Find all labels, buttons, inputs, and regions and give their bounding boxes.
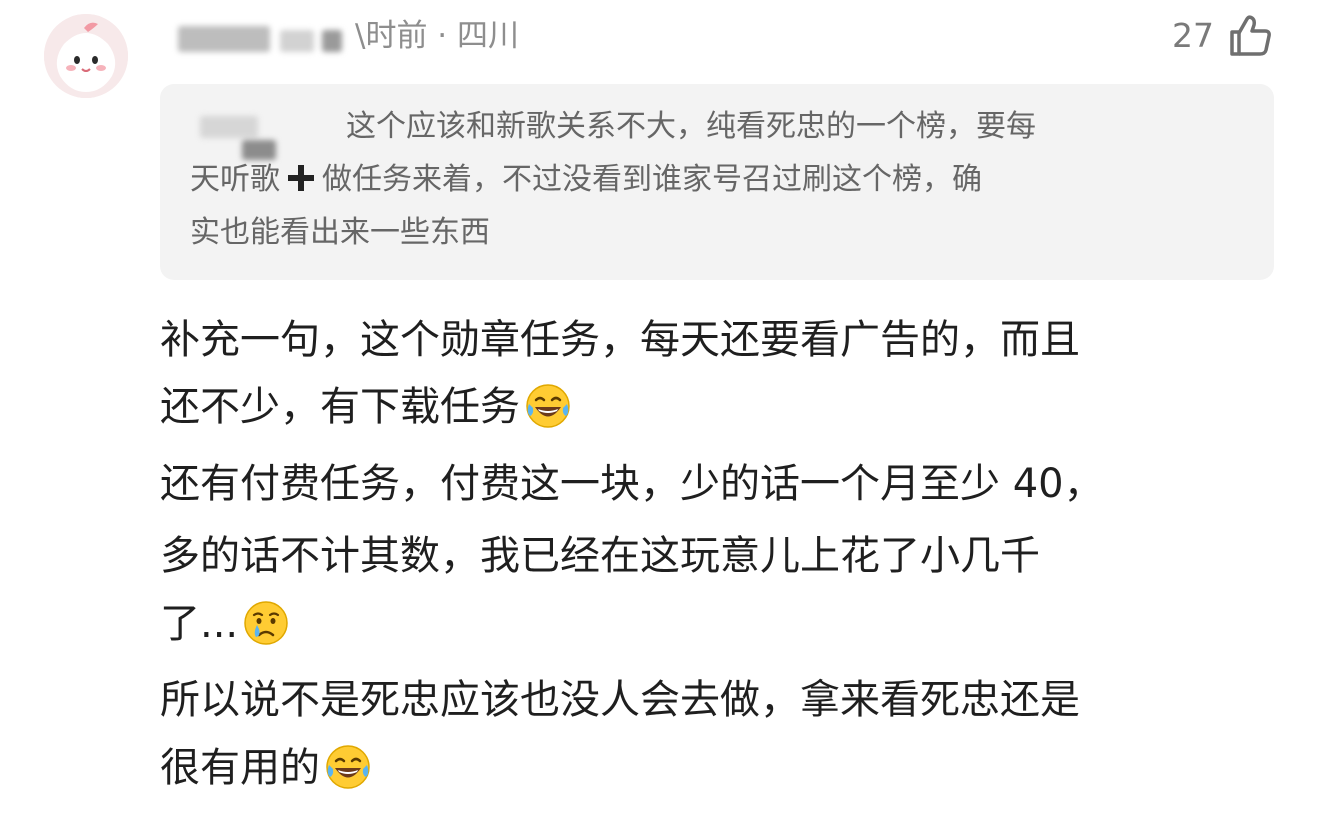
comment-text-line-2: 还不少，有下载任务 — [160, 378, 572, 436]
crying-face-emoji — [244, 601, 288, 645]
username-blurred[interactable] — [178, 26, 270, 52]
avatar-image — [44, 14, 128, 98]
quoted-text-line-1: 这个应该和新歌关系不大，纯看死忠的一个榜，要每 — [346, 109, 1036, 144]
comment-text-line-5-text: 了... — [160, 601, 239, 647]
comment-text-line-6: 所以说不是死忠应该也没人会去做，拿来看死忠还是 — [160, 677, 1080, 723]
comment-text-line-3: 还有付费任务，付费这一块，少的话一个月至少 40， — [160, 461, 1104, 507]
like-count: 27 — [1172, 16, 1214, 55]
thumbs-up-icon — [1230, 15, 1271, 56]
avatar[interactable] — [44, 14, 128, 98]
tears-of-joy-emoji-2 — [326, 745, 370, 789]
quoted-text-prefix: 天听歌 — [190, 162, 280, 197]
comment-text-line-2-text: 还不少，有下载任务 — [160, 384, 520, 430]
comment-text-line-7: 很有用的 — [160, 739, 372, 797]
tears-of-joy-emoji — [526, 384, 570, 428]
comment-text-line-5: 了... — [160, 595, 290, 653]
comment-text-line-7-text: 很有用的 — [160, 745, 320, 791]
quoted-username-blurred — [200, 116, 258, 138]
quoted-username-blurred-2 — [242, 140, 276, 160]
comment-meta: \时前 · 四川 — [355, 18, 520, 54]
username-blurred-3 — [322, 30, 342, 52]
quoted-text-suffix: 做任务来着，不过没看到谁家号召过刷这个榜，确 — [322, 162, 982, 197]
quoted-text-line-3: 实也能看出来一些东西 — [190, 215, 490, 250]
quoted-text-line-2: 天听歌 做任务来着，不过没看到谁家号召过刷这个榜，确 — [190, 160, 1250, 200]
username-blurred-2 — [280, 30, 314, 52]
plus-icon — [286, 163, 316, 193]
comment-text-line-1: 补充一句，这个勋章任务，每天还要看广告的，而且 — [160, 317, 1080, 363]
comment-text-line-4: 多的话不计其数，我已经在这玩意儿上花了小几千 — [160, 533, 1040, 579]
like-button[interactable]: 27 — [1172, 10, 1274, 62]
